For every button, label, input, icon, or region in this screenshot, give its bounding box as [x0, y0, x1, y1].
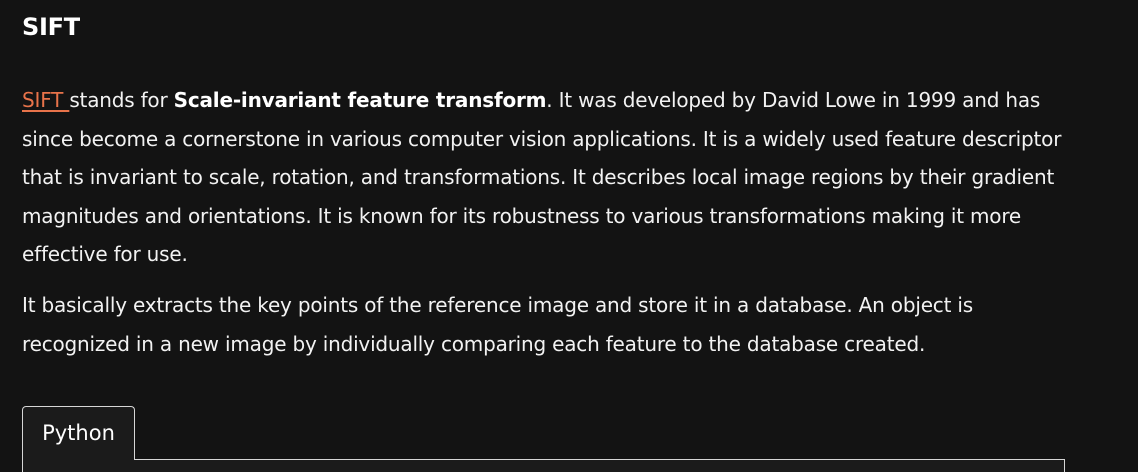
article-page: SIFT SIFT stands for Scale-invariant fea… — [0, 0, 1138, 472]
paragraph1-text-b: . It was developed by David Lowe in 1999… — [22, 88, 1062, 266]
paragraph1-bold-term: Scale-invariant feature transform — [173, 88, 547, 112]
code-block-container — [22, 459, 1065, 472]
paragraph1-text-a: stands for — [69, 88, 174, 112]
sift-link[interactable]: SIFT — [22, 88, 69, 112]
paragraph-sift-usage: It basically extracts the key points of … — [22, 293, 973, 356]
tab-python[interactable]: Python — [22, 406, 135, 460]
paragraph-sift-description: SIFT stands for Scale-invariant feature … — [22, 81, 1072, 274]
section-heading: SIFT — [22, 13, 80, 41]
